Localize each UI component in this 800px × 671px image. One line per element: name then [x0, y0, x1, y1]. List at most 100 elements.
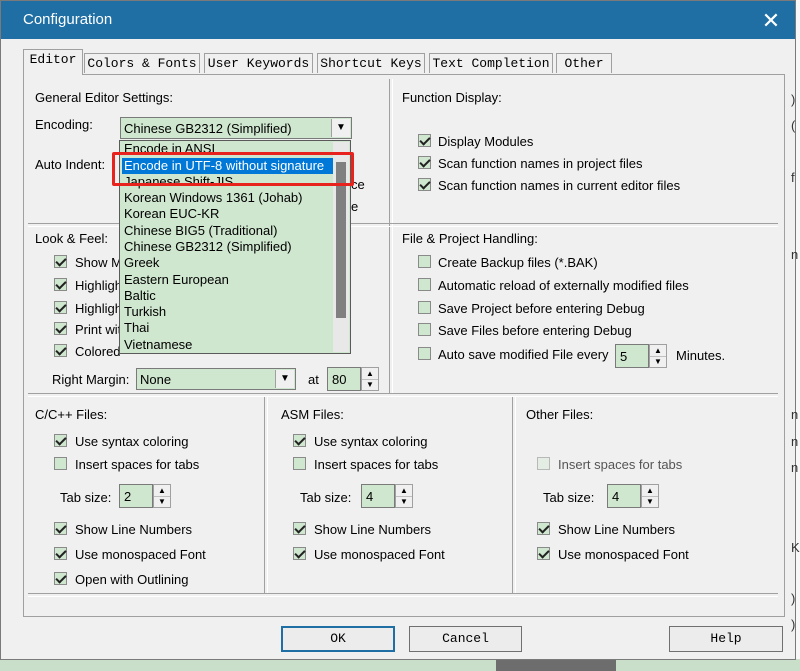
spinner-buttons[interactable]: ▲ ▼ — [649, 344, 667, 368]
encoding-option-euc-kr[interactable]: Korean EUC-KR — [124, 206, 332, 222]
spinner-buttons[interactable]: ▲ ▼ — [641, 484, 659, 508]
encoding-option-big5[interactable]: Chinese BIG5 (Traditional) — [124, 223, 332, 239]
spinner-buttons[interactable]: ▲ ▼ — [153, 484, 171, 508]
at-label: at — [308, 372, 319, 387]
cpp-syntax-checkbox[interactable] — [54, 434, 67, 447]
encoding-option-vietnamese[interactable]: Vietnamese — [124, 337, 332, 353]
other-spaces-checkbox[interactable] — [537, 457, 550, 470]
auto-save-spinner[interactable]: 5 ▲ ▼ — [615, 344, 667, 368]
spin-down-icon[interactable]: ▼ — [362, 379, 378, 390]
spin-down-icon[interactable]: ▼ — [650, 356, 666, 367]
encoding-option-johab[interactable]: Korean Windows 1361 (Johab) — [124, 190, 332, 206]
encoding-option-turkish[interactable]: Turkish — [124, 304, 332, 320]
encoding-option-greek[interactable]: Greek — [124, 255, 332, 271]
look-feel-checkbox-4[interactable] — [54, 322, 67, 335]
backup-files-label: Create Backup files (*.BAK) — [438, 255, 598, 270]
encoding-option-gb2312[interactable]: Chinese GB2312 (Simplified) — [124, 239, 332, 255]
right-margin-spinner[interactable]: 80 ▲ ▼ — [327, 367, 379, 391]
look-feel-checkbox-2[interactable] — [54, 278, 67, 291]
asm-tab-size-spinner[interactable]: 4 ▲ ▼ — [361, 484, 413, 508]
background-code-fragment: ) — [791, 591, 796, 606]
ok-button[interactable]: OK — [281, 626, 395, 652]
asm-tab-size-value[interactable]: 4 — [361, 484, 395, 508]
auto-save-checkbox[interactable] — [418, 347, 431, 360]
other-tab-size-spinner[interactable]: 4 ▲ ▼ — [607, 484, 659, 508]
asm-spaces-label: Insert spaces for tabs — [314, 457, 439, 472]
scan-editor-label: Scan function names in current editor fi… — [438, 178, 681, 193]
tab-editor[interactable]: Editor — [23, 49, 83, 75]
tab-shortcut-keys[interactable]: Shortcut Keys — [317, 53, 425, 73]
background-code-fragment: n — [791, 434, 799, 449]
save-files-label: Save Files before entering Debug — [438, 323, 632, 338]
cpp-outlining-label: Open with Outlining — [75, 572, 189, 587]
asm-files-title: ASM Files: — [281, 407, 344, 422]
cpp-monospaced-checkbox[interactable] — [54, 547, 67, 560]
look-feel-label-4: Print wit — [75, 322, 122, 337]
save-project-checkbox[interactable] — [418, 301, 431, 314]
asm-monospaced-checkbox[interactable] — [293, 547, 306, 560]
cpp-line-numbers-checkbox[interactable] — [54, 522, 67, 535]
cpp-spaces-label: Insert spaces for tabs — [75, 457, 200, 472]
window-title: Configuration — [23, 11, 113, 28]
scan-editor-checkbox[interactable] — [418, 178, 431, 191]
other-spaces-label: Insert spaces for tabs — [558, 457, 683, 472]
other-tab-size-value[interactable]: 4 — [607, 484, 641, 508]
background-code-fragment: ) — [791, 617, 796, 632]
encoding-select[interactable]: Chinese GB2312 (Simplified) ▼ — [120, 117, 352, 139]
help-button[interactable]: Help — [669, 626, 783, 652]
cpp-tab-size-value[interactable]: 2 — [119, 484, 153, 508]
scan-project-checkbox[interactable] — [418, 156, 431, 169]
spin-down-icon[interactable]: ▼ — [154, 496, 170, 507]
cpp-syntax-label: Use syntax coloring — [75, 434, 189, 449]
asm-syntax-checkbox[interactable] — [293, 434, 306, 447]
divider-vertical-cpp-asm — [264, 397, 268, 593]
other-monospaced-label: Use monospaced Font — [558, 547, 689, 562]
auto-save-value[interactable]: 5 — [615, 344, 649, 368]
divider-horizontal-3 — [28, 593, 778, 597]
asm-line-numbers-checkbox[interactable] — [293, 522, 306, 535]
tab-colors-fonts[interactable]: Colors & Fonts — [84, 53, 200, 73]
look-feel-checkbox-5[interactable] — [54, 344, 67, 357]
encoding-option-eastern-european[interactable]: Eastern European — [124, 272, 332, 288]
divider-vertical-top — [389, 79, 393, 393]
save-files-checkbox[interactable] — [418, 323, 431, 336]
cpp-outlining-checkbox[interactable] — [54, 572, 67, 585]
other-monospaced-checkbox[interactable] — [537, 547, 550, 560]
close-icon[interactable]: ✕ — [757, 7, 785, 35]
right-margin-label: Right Margin: — [52, 372, 130, 387]
other-line-numbers-checkbox[interactable] — [537, 522, 550, 535]
spinner-buttons[interactable]: ▲ ▼ — [361, 367, 379, 391]
title-bar: Configuration ✕ — [1, 1, 795, 39]
tab-text-completion[interactable]: Text Completion — [429, 53, 553, 73]
encoding-option-baltic[interactable]: Baltic — [124, 288, 332, 304]
tab-user-keywords[interactable]: User Keywords — [204, 53, 313, 73]
look-feel-checkbox-3[interactable] — [54, 301, 67, 314]
encoding-option-thai[interactable]: Thai — [124, 320, 332, 336]
spin-down-icon[interactable]: ▼ — [396, 496, 412, 507]
tab-other[interactable]: Other — [556, 53, 612, 73]
display-modules-checkbox[interactable] — [418, 134, 431, 147]
chevron-down-icon[interactable]: ▼ — [275, 370, 294, 388]
right-margin-at-value[interactable]: 80 — [327, 367, 361, 391]
spinner-buttons[interactable]: ▲ ▼ — [395, 484, 413, 508]
other-tab-size-label: Tab size: — [543, 490, 595, 505]
file-project-title: File & Project Handling: — [402, 231, 538, 246]
cancel-button[interactable]: Cancel — [409, 626, 522, 652]
chevron-down-icon[interactable]: ▼ — [331, 119, 350, 137]
asm-spaces-checkbox[interactable] — [293, 457, 306, 470]
encoding-label: Encoding: — [35, 117, 93, 132]
cpp-spaces-checkbox[interactable] — [54, 457, 67, 470]
right-margin-select[interactable]: None ▼ — [136, 368, 296, 390]
cpp-tab-size-spinner[interactable]: 2 ▲ ▼ — [119, 484, 171, 508]
spin-down-icon[interactable]: ▼ — [642, 496, 658, 507]
auto-reload-checkbox[interactable] — [418, 278, 431, 291]
background-code-fragment: K — [791, 540, 800, 555]
backup-files-checkbox[interactable] — [418, 255, 431, 268]
background-code-fragment: n — [791, 460, 799, 475]
look-feel-checkbox-1[interactable] — [54, 255, 67, 268]
look-feel-label-2: Highligh — [75, 278, 122, 293]
background-code-fragment: ) — [791, 92, 796, 107]
divider-vertical-asm-other — [512, 397, 516, 593]
auto-save-label: Auto save modified File every — [438, 347, 609, 362]
save-project-label: Save Project before entering Debug — [438, 301, 645, 316]
